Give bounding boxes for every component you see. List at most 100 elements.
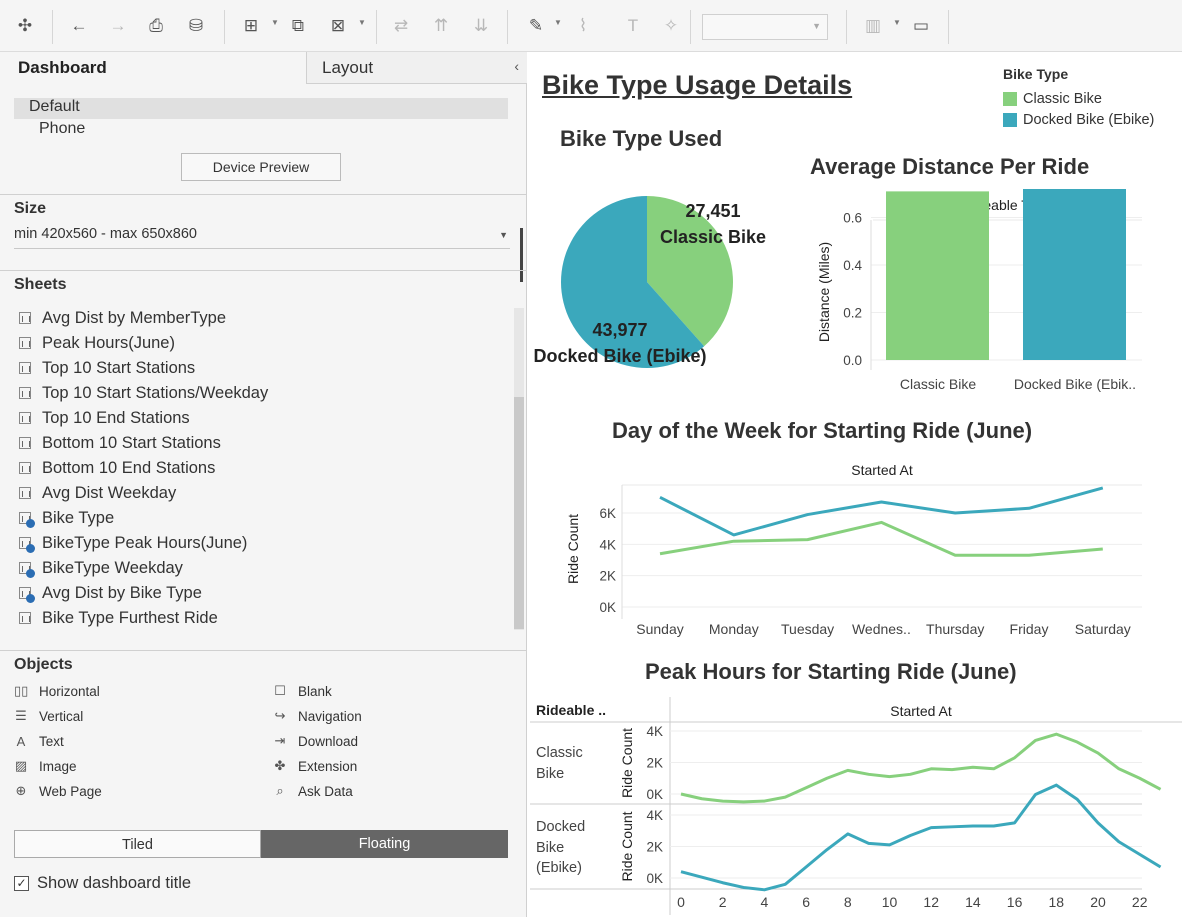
object-extension[interactable]: ✤ Extension <box>273 756 358 776</box>
object-vertical[interactable]: ☰ Vertical <box>14 706 83 726</box>
peak-xtick: 12 <box>923 894 939 910</box>
pane-resize-handle[interactable] <box>520 228 523 282</box>
weekday-ylabel: Ride Count <box>565 514 581 584</box>
peak-row-label: Docked <box>536 819 585 835</box>
worksheet-icon <box>18 411 32 425</box>
sheet-item[interactable]: Bottom 10 Start Stations <box>18 431 221 455</box>
text-label-icon[interactable]: T <box>620 12 646 40</box>
sheet-item[interactable]: Bottom 10 End Stations <box>18 456 215 480</box>
sheet-item[interactable]: Top 10 End Stations <box>18 406 190 430</box>
sort-descending-icon[interactable]: ⇊ <box>468 12 494 40</box>
worksheet-icon <box>18 386 32 400</box>
object-blank[interactable]: ☐ Blank <box>273 681 332 701</box>
chevron-down-icon[interactable]: ▼ <box>554 18 562 27</box>
toolbar-separator <box>224 10 225 44</box>
new-data-source-icon[interactable]: ⛁ <box>183 12 209 40</box>
sheets-scrollbar-thumb[interactable] <box>514 397 524 629</box>
device-preview-button[interactable]: Device Preview <box>181 153 341 181</box>
object-label: Vertical <box>39 708 84 724</box>
sheet-item[interactable]: Peak Hours(June) <box>18 331 175 355</box>
tiled-button[interactable]: Tiled <box>14 830 261 858</box>
toolbar-separator <box>846 10 847 44</box>
tab-layout[interactable]: Layout ‹ <box>306 52 527 84</box>
sheet-label: Bike Type <box>42 508 115 527</box>
bar-category-label: Classic Bike <box>900 376 976 392</box>
peak-ytick: 4K <box>646 808 663 823</box>
sheet-label: BikeType Peak Hours(June) <box>42 533 248 552</box>
worksheet-icon <box>18 611 32 625</box>
highlight-icon[interactable]: ✎ <box>523 12 549 40</box>
floating-button[interactable]: Floating <box>261 830 508 858</box>
object-image[interactable]: ▨ Image <box>14 756 77 776</box>
object-text[interactable]: A Text <box>14 731 64 751</box>
show-title-checkbox[interactable]: ✓ <box>14 875 29 891</box>
device-default[interactable]: Default <box>14 98 508 119</box>
toolbar-separator <box>376 10 377 44</box>
new-worksheet-icon[interactable]: ⊞ <box>238 12 264 40</box>
worksheet-icon <box>18 561 35 578</box>
charts-svg: 27,451 Classic Bike 43,977 Docked Bike (Ebi… <box>530 189 1182 915</box>
sheet-label: Top 10 End Stations <box>42 408 190 427</box>
size-value: min 420x560 - max 650x860 <box>14 226 197 242</box>
tableau-logo-icon[interactable]: ✣ <box>12 12 38 40</box>
peak-ytick: 4K <box>646 724 663 739</box>
peak-xtick: 16 <box>1007 894 1023 910</box>
pie-category-label: Docked Bike (Ebike) <box>533 346 706 366</box>
object-web-page[interactable]: ⊕ Web Page <box>14 781 102 801</box>
sheet-item[interactable]: BikeType Peak Hours(June) <box>18 531 247 555</box>
show-me-icon[interactable]: ▥ <box>860 12 886 40</box>
tab-dashboard[interactable]: Dashboard <box>0 52 306 84</box>
fit-dropdown[interactable]: ▼ <box>702 14 828 40</box>
swap-icon[interactable]: ⇄ <box>388 12 414 40</box>
image-icon: ▨ <box>14 758 28 773</box>
object-ask-data[interactable]: ⌕ Ask Data <box>273 781 352 801</box>
peak-ylabel: Ride Count <box>619 728 635 798</box>
sheet-item[interactable]: Avg Dist by MemberType <box>18 306 226 330</box>
dashboard-canvas: Bike Type Usage Details Bike Type Classi… <box>527 52 1182 917</box>
sort-ascending-icon[interactable]: ⇈ <box>428 12 454 40</box>
text-icon: A <box>16 733 26 749</box>
tab-layout-label: Layout <box>322 58 374 77</box>
sheet-item[interactable]: BikeType Weekday <box>18 556 183 580</box>
attach-icon[interactable]: ⌇ <box>570 12 596 40</box>
object-label: Blank <box>298 683 332 699</box>
redo-icon[interactable]: → <box>105 12 131 40</box>
sheet-item[interactable]: Avg Dist Weekday <box>18 481 176 505</box>
sheet-item[interactable]: Avg Dist by Bike Type <box>18 581 202 605</box>
peak-xtick: 8 <box>844 894 852 910</box>
check-icon <box>26 594 35 603</box>
collapse-pane-icon[interactable]: ‹ <box>514 58 519 74</box>
presentation-mode-icon[interactable]: ▭ <box>908 12 934 40</box>
worksheet-icon <box>18 536 35 553</box>
ask-data-icon: ⌕ <box>276 783 284 798</box>
toolbar-separator <box>948 10 949 44</box>
pin-icon[interactable]: ✧ <box>658 12 684 40</box>
clear-sheet-icon[interactable]: ⊠ <box>325 12 351 40</box>
chevron-down-icon[interactable]: ▼ <box>271 18 279 27</box>
chevron-down-icon[interactable]: ▼ <box>358 18 366 27</box>
sheet-item[interactable]: Bike Type Furthest Ride <box>18 606 218 630</box>
duplicate-sheet-icon[interactable]: ⧉ <box>285 12 311 40</box>
sheets-title: Sheets <box>14 276 67 293</box>
sheet-item[interactable]: Top 10 Start Stations <box>18 356 195 380</box>
device-phone[interactable]: Phone <box>14 120 508 141</box>
peak-series-line <box>680 732 1162 804</box>
chevron-down-icon: ▼ <box>499 230 508 240</box>
pie-value-label: 43,977 <box>592 320 647 340</box>
toolbar-separator <box>507 10 508 44</box>
sheet-item[interactable]: Bike Type <box>18 506 114 530</box>
object-download[interactable]: ⇥ Download <box>273 731 359 751</box>
undo-icon[interactable]: ← <box>66 12 92 40</box>
weekday-ytick: 0K <box>599 600 616 615</box>
chevron-down-icon[interactable]: ▼ <box>893 18 901 27</box>
save-icon[interactable]: ⎙ <box>143 12 169 40</box>
size-dropdown[interactable]: min 420x560 - max 650x860 ▼ <box>14 226 510 249</box>
object-horizontal[interactable]: ▯▯ Horizontal <box>14 681 100 701</box>
sheet-item[interactable]: Top 10 Start Stations/Weekday <box>18 381 268 405</box>
peak-xtick: 14 <box>965 894 981 910</box>
object-navigation[interactable]: ↪ Navigation <box>273 706 362 726</box>
peak-row-label: (Ebike) <box>536 860 582 876</box>
show-title-checkbox-row[interactable]: ✓ Show dashboard title <box>14 873 191 893</box>
weekday-xtick: Sunday <box>636 621 683 637</box>
sheet-label: Avg Dist Weekday <box>42 483 177 502</box>
